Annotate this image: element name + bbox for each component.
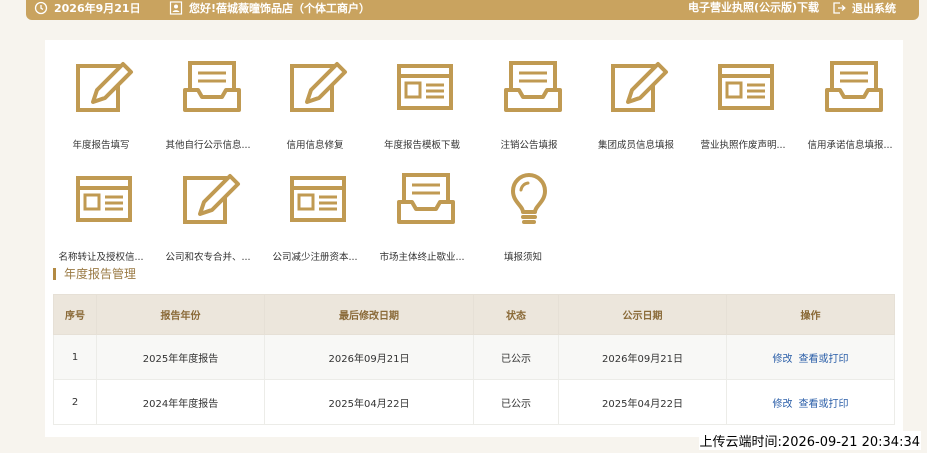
edit-icon (183, 174, 240, 224)
edit-link[interactable]: 修改 (773, 354, 793, 365)
edit-icon (611, 62, 668, 112)
top-bar: 2026年9月21日 您好!蓓城薇曈饰品店（个体工商户） 电子营业执照(公示版)… (26, 0, 919, 20)
form-icon (290, 176, 346, 222)
icon-label: 年度报告模板下载 (383, 140, 460, 151)
row-number: 2 (53, 379, 97, 425)
column-header: 序号 (53, 294, 97, 335)
table-row: 2 2024年年度报告 2025年04月22日 已公示 2025年04月22日 … (53, 379, 895, 425)
capital-reduction-button[interactable]: 公司减少注册资本... (267, 172, 363, 263)
credit-repair-button[interactable]: 信用信息修复 (267, 60, 363, 151)
icon-label: 公司和农专合并、... (165, 252, 251, 263)
form-icon (76, 176, 132, 222)
table-row: 1 2025年年度报告 2026年09月21日 已公示 2026年09月21日 … (53, 334, 895, 380)
view-print-link[interactable]: 查看或打印 (799, 354, 849, 365)
section-marker (53, 267, 56, 280)
lightbulb-icon (511, 173, 547, 224)
business-termination-button[interactable]: 市场主体终止歇业... (374, 172, 470, 263)
clock-icon (34, 1, 48, 15)
icon-label: 年度报告填写 (72, 140, 130, 151)
last-modified-date: 2026年09月21日 (264, 334, 474, 380)
license-download-label[interactable]: 电子营业执照(公示版)下载 (688, 1, 819, 14)
section-heading: 年度报告管理 (53, 265, 136, 282)
column-header: 状态 (473, 294, 559, 335)
section-title: 年度报告管理 (64, 267, 137, 281)
date-text: 2026年9月21日 (54, 1, 141, 15)
template-download-button[interactable]: 年度报告模板下载 (374, 60, 470, 151)
table-header-row: 序号 报告年份 最后修改日期 状态 公示日期 操作 (53, 294, 895, 335)
column-header: 报告年份 (96, 294, 265, 335)
logout-icon (833, 2, 846, 14)
column-header: 公示日期 (558, 294, 727, 335)
published-date: 2025年04月22日 (558, 379, 727, 425)
user-icon (169, 1, 183, 15)
icon-label: 营业执照作废声明... (700, 140, 786, 151)
icon-label: 注销公告填报 (500, 140, 558, 151)
icon-label: 其他自行公示信息... (165, 140, 251, 151)
form-icon (397, 64, 453, 110)
upload-timestamp: 上传云端时间:2026-09-21 20:34:34 (698, 431, 921, 450)
published-date: 2026年09月21日 (558, 334, 727, 380)
last-modified-date: 2025年04月22日 (264, 379, 474, 425)
edit-link[interactable]: 修改 (773, 399, 793, 410)
actions-cell: 修改 查看或打印 (726, 334, 895, 380)
license-void-statement-button[interactable]: 营业执照作废声明... (695, 60, 791, 151)
name-transfer-button[interactable]: 名称转让及授权信... (53, 172, 149, 263)
license-download-link[interactable]: 电子营业执照(公示版)下载 (688, 1, 819, 14)
company-merger-button[interactable]: 公司和农专合并、... (160, 172, 256, 263)
icon-label: 市场主体终止歇业... (379, 252, 465, 263)
deregistration-notice-button[interactable]: 注销公告填报 (481, 60, 577, 151)
icon-label: 集团成员信息填报 (597, 140, 674, 151)
icon-label: 名称转让及授权信... (58, 252, 144, 263)
date-display: 2026年9月21日 (34, 1, 141, 15)
form-icon (718, 64, 774, 110)
column-header: 操作 (726, 294, 895, 335)
logout-button[interactable]: 退出系统 (832, 1, 896, 15)
icon-label: 信用承诺信息填报... (807, 140, 893, 151)
annual-report-table: 序号 报告年份 最后修改日期 状态 公示日期 操作 1 2025年年度报告 20… (53, 294, 895, 425)
inbox-icon (397, 173, 455, 224)
row-number: 1 (53, 334, 97, 380)
edit-icon (290, 62, 347, 112)
report-year: 2025年年度报告 (96, 334, 265, 380)
user-greeting: 您好!蓓城薇曈饰品店（个体工商户） (169, 1, 370, 15)
logout-label[interactable]: 退出系统 (852, 2, 896, 15)
icon-label: 公司减少注册资本... (272, 252, 358, 263)
inbox-icon (504, 61, 562, 112)
filing-instructions-button[interactable]: 填报须知 (481, 172, 577, 263)
icon-label: 填报须知 (503, 252, 542, 263)
column-header: 最后修改日期 (264, 294, 474, 335)
report-year: 2024年年度报告 (96, 379, 265, 425)
other-self-disclosure-button[interactable]: 其他自行公示信息... (160, 60, 256, 151)
credit-commitment-button[interactable]: 信用承诺信息填报... (802, 60, 898, 151)
actions-cell: 修改 查看或打印 (726, 379, 895, 425)
annual-report-fill-button[interactable]: 年度报告填写 (53, 60, 149, 151)
status: 已公示 (473, 334, 559, 380)
inbox-icon (825, 61, 883, 112)
group-member-button[interactable]: 集团成员信息填报 (588, 60, 684, 151)
icon-label: 信用信息修复 (286, 140, 344, 151)
status: 已公示 (473, 379, 559, 425)
greeting-text: 您好!蓓城薇曈饰品店（个体工商户） (189, 1, 371, 15)
inbox-icon (183, 61, 241, 112)
view-print-link[interactable]: 查看或打印 (799, 399, 849, 410)
edit-icon (76, 62, 133, 112)
